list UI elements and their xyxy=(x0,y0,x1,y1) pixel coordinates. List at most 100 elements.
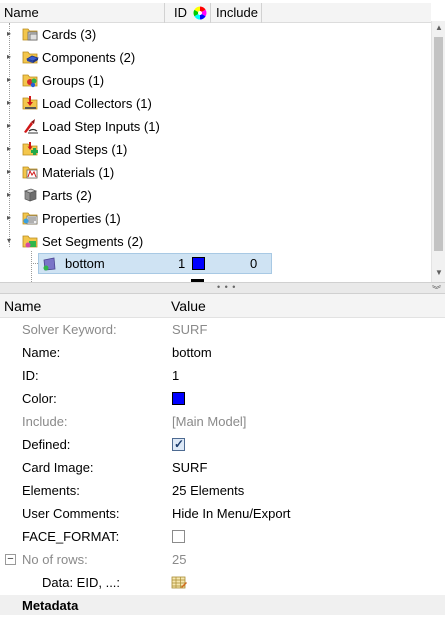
elements-value[interactable]: 25 Elements xyxy=(172,479,244,502)
column-header-name[interactable]: Name xyxy=(4,294,41,318)
property-row-id[interactable]: ID: 1 xyxy=(0,364,445,387)
expand-arrow-icon[interactable]: ▸ xyxy=(5,121,13,131)
properties-icon xyxy=(22,210,39,226)
property-row-defined[interactable]: Defined: ✓ xyxy=(0,433,445,456)
groups-icon xyxy=(22,72,39,88)
property-name: Name: xyxy=(22,345,61,360)
id-value-field[interactable]: 1 xyxy=(172,364,179,387)
expand-arrow-icon[interactable]: ▸ xyxy=(5,213,13,223)
property-header: Name Value xyxy=(0,294,445,318)
property-row-card-image[interactable]: Card Image: SURF xyxy=(0,456,445,479)
table-edit-icon[interactable] xyxy=(171,575,187,590)
column-divider[interactable] xyxy=(164,3,165,23)
tree-item-label: Load Steps (1) xyxy=(42,142,128,157)
property-name: Include: xyxy=(22,414,68,429)
name-value-field[interactable]: bottom xyxy=(172,341,212,364)
scroll-down-icon[interactable]: ▼ xyxy=(432,266,445,280)
property-name: No of rows: xyxy=(22,552,88,567)
expand-arrow-icon[interactable]: ▸ xyxy=(5,52,13,62)
column-divider[interactable] xyxy=(210,3,211,23)
column-header-value[interactable]: Value xyxy=(171,294,206,318)
scroll-up-icon[interactable]: ▲ xyxy=(432,21,445,35)
card-image-value[interactable]: SURF xyxy=(172,456,207,479)
column-header-id[interactable]: ID xyxy=(174,3,187,23)
column-divider[interactable] xyxy=(261,3,262,23)
property-row-solver-keyword: Solver Keyword: SURF xyxy=(0,318,445,341)
property-name: Solver Keyword: xyxy=(22,322,117,337)
expand-arrow-icon[interactable]: ▸ xyxy=(5,75,13,85)
tree-item-load-steps[interactable]: ▸ Load Steps (1) xyxy=(0,138,431,161)
property-row-include: Include: [Main Model] xyxy=(0,410,445,433)
property-name: Color: xyxy=(22,391,57,406)
entity-editor-panel: Name Value Solver Keyword: SURF Name: bo… xyxy=(0,294,445,615)
collapse-arrow-icon[interactable]: ▾ xyxy=(5,236,13,246)
property-row-face-format[interactable]: FACE_FORMAT: xyxy=(0,525,445,548)
tree-item-bottom[interactable]: bottom 1 0 xyxy=(38,253,272,274)
include-cell: 0 xyxy=(250,256,258,271)
column-header-name[interactable]: Name xyxy=(4,3,39,23)
tree-item-label: Load Collectors (1) xyxy=(42,96,152,111)
tree-vertical-scrollbar[interactable]: ▲ ▼ xyxy=(431,21,445,282)
materials-icon xyxy=(22,164,39,180)
tree-item-label: bottom xyxy=(65,256,105,271)
load-steps-icon xyxy=(22,141,39,157)
property-name: Card Image: xyxy=(22,460,94,475)
property-row-elements[interactable]: Elements: 25 Elements xyxy=(0,479,445,502)
tree-item-load-collectors[interactable]: ▸ Load Collectors (1) xyxy=(0,92,431,115)
expand-arrow-icon[interactable]: ▸ xyxy=(5,144,13,154)
expand-arrow-icon[interactable]: ▸ xyxy=(5,167,13,177)
property-name: User Comments: xyxy=(22,506,120,521)
set-segments-icon xyxy=(22,233,39,249)
tree-item-set-segments[interactable]: ▾ Set Segments (2) xyxy=(0,230,431,253)
property-value: 25 xyxy=(172,552,187,567)
tree-item-label: Load Step Inputs (1) xyxy=(42,119,160,134)
splitter-grip-icon[interactable]: • • • xyxy=(217,282,236,292)
tree-item-load-step-inputs[interactable]: ▸ Load Step Inputs (1) xyxy=(0,115,431,138)
property-row-color[interactable]: Color: xyxy=(0,387,445,410)
metadata-section[interactable]: Metadata xyxy=(0,595,445,615)
parts-icon xyxy=(22,187,39,203)
tree-item-properties[interactable]: ▸ Properties (1) xyxy=(0,207,431,230)
property-name: Elements: xyxy=(22,483,80,498)
scrollbar-thumb[interactable] xyxy=(434,37,443,251)
tree-item-label: Groups (1) xyxy=(42,73,105,88)
color-swatch[interactable] xyxy=(192,257,205,270)
tree-item-label: Cards (3) xyxy=(42,27,97,42)
components-icon xyxy=(22,49,39,65)
tree-item-components[interactable]: ▸ Components (2) xyxy=(0,46,431,69)
property-value: SURF xyxy=(172,322,208,337)
property-row-name[interactable]: Name: bottom xyxy=(0,341,445,364)
color-wheel-icon[interactable] xyxy=(193,6,207,20)
expand-arrow-icon[interactable]: ▸ xyxy=(5,190,13,200)
panel-splitter[interactable]: • • • ︾ xyxy=(0,282,445,295)
tree-item-materials[interactable]: ▸ Materials (1) xyxy=(0,161,431,184)
set-segment-icon xyxy=(41,256,58,272)
load-collectors-icon xyxy=(22,95,39,111)
column-header-include[interactable]: Include xyxy=(216,3,258,23)
tree-item-cards[interactable]: ▸ Cards (3) xyxy=(0,23,431,46)
property-name: Data: EID, ...: xyxy=(42,575,121,590)
property-name: FACE_FORMAT: xyxy=(22,529,120,544)
user-comments-value[interactable]: Hide In Menu/Export xyxy=(172,502,291,525)
expand-arrow-icon[interactable]: ▸ xyxy=(5,29,13,39)
property-name: Defined: xyxy=(22,437,71,452)
tree-item-parts[interactable]: ▸ Parts (2) xyxy=(0,184,431,207)
tree-item-label: Materials (1) xyxy=(42,165,115,180)
tree-item-groups[interactable]: ▸ Groups (1) xyxy=(0,69,431,92)
property-row-user-comments[interactable]: User Comments: Hide In Menu/Export xyxy=(0,502,445,525)
defined-checkbox[interactable]: ✓ xyxy=(172,437,185,451)
property-row-data[interactable]: Data: EID, ...: xyxy=(0,571,445,594)
metadata-label: Metadata xyxy=(22,598,79,613)
color-swatch[interactable] xyxy=(172,392,185,405)
tree-header: Name ID Include xyxy=(0,3,431,23)
face-format-checkbox[interactable] xyxy=(172,530,185,543)
tree-body: ▸ Cards (3) ▸ Components (2) ▸ Groups (1… xyxy=(0,23,431,282)
tree-item-label: Properties (1) xyxy=(42,211,121,226)
expand-arrow-icon[interactable]: ▸ xyxy=(5,98,13,108)
checkmark-icon: ✓ xyxy=(173,437,185,451)
property-value: [Main Model] xyxy=(172,414,247,429)
id-cell: 1 xyxy=(178,256,186,271)
property-row-no-of-rows[interactable]: − No of rows: 25 xyxy=(0,548,445,571)
collapse-minus-icon[interactable]: − xyxy=(5,554,16,565)
cards-icon xyxy=(22,26,39,42)
